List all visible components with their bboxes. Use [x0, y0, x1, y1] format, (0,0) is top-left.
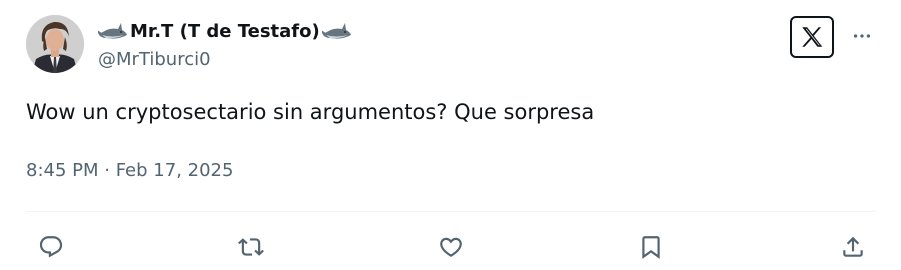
reply-button[interactable]: [36, 232, 66, 262]
author-handle[interactable]: @MrTiburci0: [98, 49, 211, 70]
share-button[interactable]: [838, 232, 868, 262]
tweet-text: Wow un cryptosectario sin argumentos? Qu…: [26, 100, 595, 124]
retweet-button[interactable]: [236, 232, 266, 262]
shark-icon: [321, 23, 351, 39]
more-options-button[interactable]: [848, 24, 876, 48]
x-logo-glyph: [802, 27, 823, 47]
bookmark-icon: [642, 236, 660, 259]
retweet-icon: [238, 238, 264, 256]
share-icon: [843, 236, 863, 257]
avatar-image: [26, 15, 84, 73]
tweet-timestamp[interactable]: 8:45 PM · Feb 17, 2025: [26, 160, 233, 181]
x-logo-icon[interactable]: [790, 16, 834, 58]
author-name-row[interactable]: Mr.T (T de Testafo): [98, 14, 352, 48]
author-display-name[interactable]: Mr.T (T de Testafo): [130, 21, 320, 42]
tweet-card: Mr.T (T de Testafo) @MrTiburci0 Wow un c…: [0, 0, 901, 270]
shark-icon: [98, 23, 127, 39]
avatar[interactable]: [26, 15, 84, 73]
like-icon: [440, 237, 462, 257]
bookmark-button[interactable]: [636, 232, 666, 262]
reply-icon: [39, 236, 63, 258]
more-horizontal-icon: [853, 34, 871, 38]
like-button[interactable]: [436, 232, 466, 262]
divider: [26, 211, 876, 212]
